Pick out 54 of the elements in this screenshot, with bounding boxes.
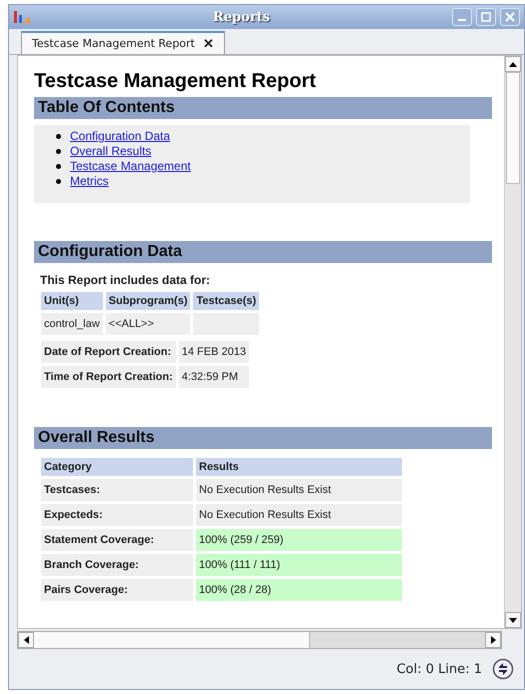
category-cell: Pairs Coverage: <box>41 579 193 601</box>
window-title: Reports <box>212 10 271 24</box>
column-header: Unit(s) <box>41 292 103 310</box>
contents-link[interactable]: Testcase Management <box>70 159 191 174</box>
scroll-right-icon[interactable] <box>485 632 501 648</box>
result-cell: 100% (259 / 259) <box>196 529 402 551</box>
category-cell: Statement Coverage: <box>41 529 193 551</box>
contents-link[interactable]: Configuration Data <box>70 129 170 144</box>
maximize-icon <box>481 12 491 22</box>
report-title: Testcase Management Report <box>34 70 317 93</box>
column-header: Results <box>196 458 402 476</box>
result-cell: 100% (28 / 28) <box>196 579 402 601</box>
result-cell: No Execution Results Exist <box>196 479 402 501</box>
tab-close-button[interactable]: ✕ <box>202 36 214 51</box>
cursor-position: Col: 0 Line: 1 <box>396 662 482 676</box>
scroll-left-icon[interactable] <box>18 632 34 648</box>
bullet-icon <box>56 134 61 139</box>
section-heading: Configuration Data <box>34 241 492 263</box>
section-heading: Overall Results <box>34 427 492 449</box>
detail-value: 4:32:59 PM <box>178 366 249 388</box>
detail-value: 14 FEB 2013 <box>178 341 249 363</box>
table-cell: <<ALL>> <box>106 313 190 335</box>
category-cell: Branch Coverage: <box>41 554 193 576</box>
scroll-up-icon[interactable] <box>505 56 521 72</box>
column-header: Testcase(s) <box>193 292 260 310</box>
vertical-scrollbar[interactable] <box>504 56 521 628</box>
close-icon <box>505 12 515 22</box>
column-header: Category <box>41 458 193 476</box>
scroll-down-icon[interactable] <box>505 612 521 628</box>
minimize-button[interactable] <box>452 8 472 26</box>
report-tab[interactable]: Testcase Management Report ✕ <box>21 31 225 54</box>
bullet-icon <box>56 164 61 169</box>
column-header: Subprogram(s) <box>106 292 190 310</box>
close-button[interactable] <box>500 8 520 26</box>
section-heading: Table Of Contents <box>34 97 492 119</box>
minimize-icon <box>458 19 466 21</box>
maximize-button[interactable] <box>476 8 496 26</box>
contents-link[interactable]: Overall Results <box>70 144 152 159</box>
result-cell: 100% (111 / 111) <box>196 554 402 576</box>
detail-label: Date of Report Creation: <box>41 341 176 363</box>
sync-icon[interactable] <box>492 658 514 680</box>
scroll-thumb[interactable] <box>506 72 520 184</box>
contents-link[interactable]: Metrics <box>70 174 109 189</box>
category-cell: Testcases: <box>41 479 193 501</box>
bars-logo-icon <box>13 9 31 25</box>
intro-text: This Report includes data for: <box>40 273 212 287</box>
detail-label: Time of Report Creation: <box>41 366 176 388</box>
result-cell: No Execution Results Exist <box>196 504 402 526</box>
scroll-thumb[interactable] <box>34 632 310 648</box>
category-cell: Expecteds: <box>41 504 193 526</box>
table-cell: control_law <box>41 313 103 335</box>
horizontal-scrollbar[interactable] <box>17 631 502 649</box>
bullet-icon <box>56 149 61 154</box>
bullet-icon <box>56 179 61 184</box>
